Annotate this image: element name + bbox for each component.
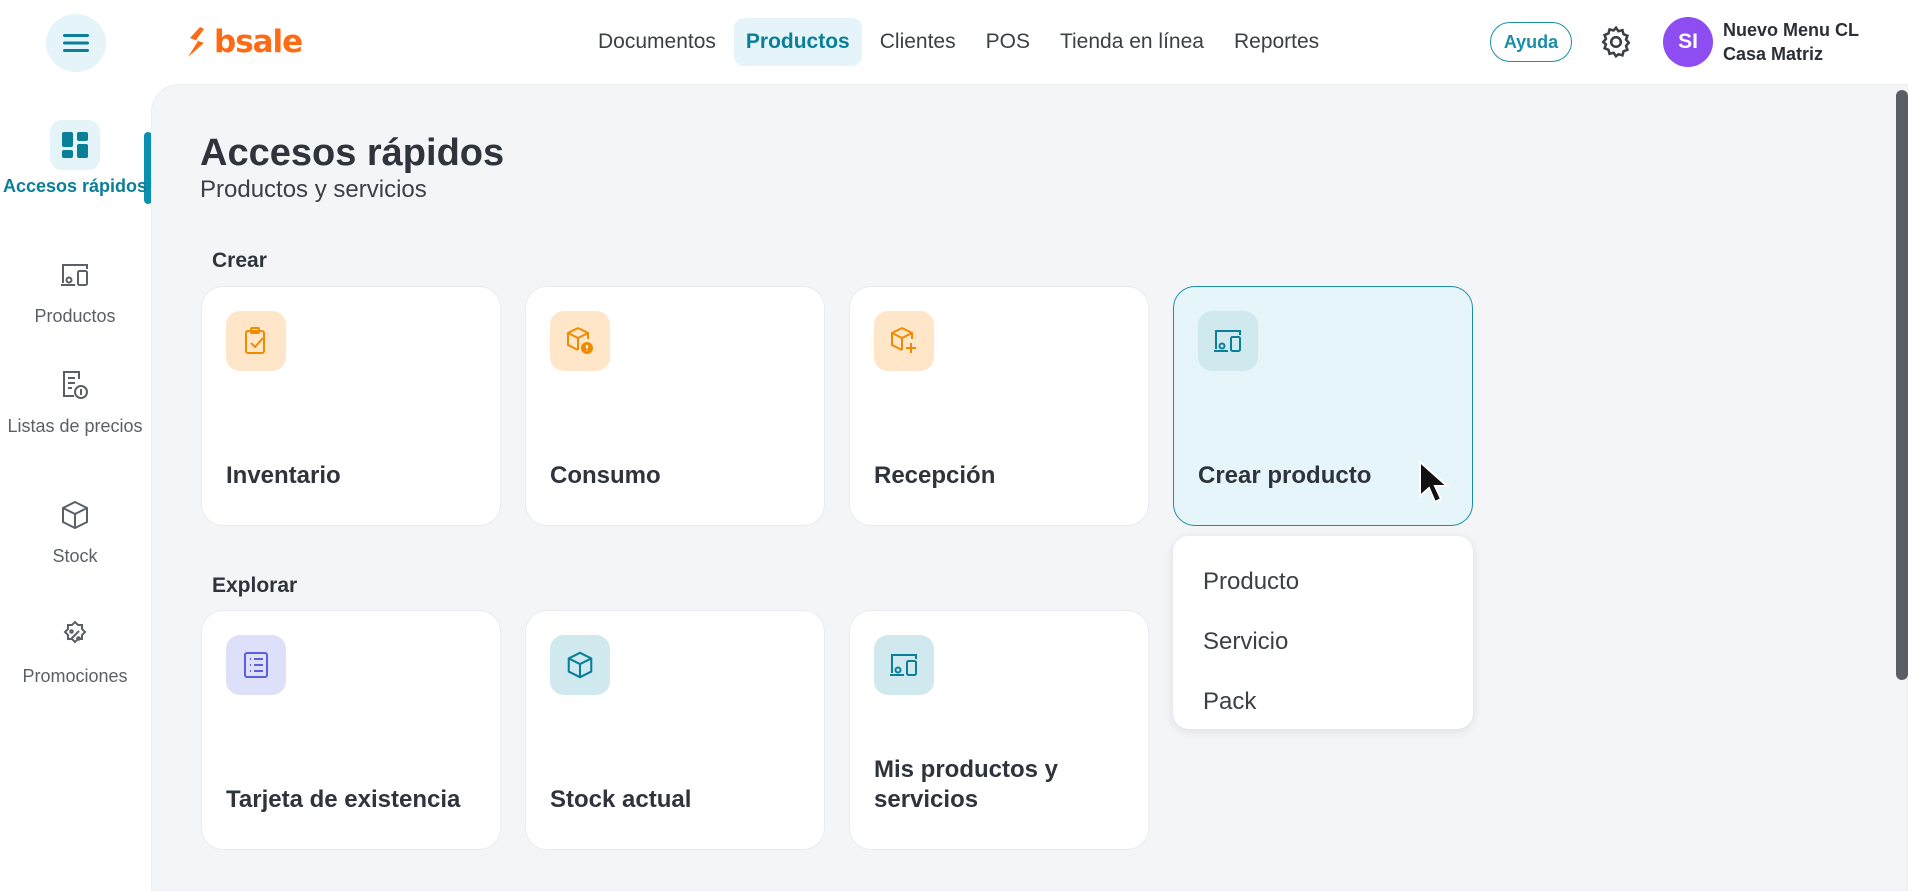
card-title: Inventario (226, 462, 341, 489)
menu-item-producto[interactable]: Producto (1173, 552, 1473, 612)
card-title: Stock actual (550, 786, 692, 813)
products-icon (890, 654, 917, 676)
nav-pos[interactable]: POS (974, 18, 1042, 66)
menu-item-servicio[interactable]: Servicio (1173, 612, 1473, 672)
card-consumo[interactable]: Consumo (525, 286, 825, 526)
sidebar: Accesos rápidos Productos Listas de prec… (0, 84, 152, 891)
card-tarjeta-de-existencia[interactable]: Tarjeta de existencia (201, 610, 501, 850)
card-title: Tarjeta de existencia (226, 786, 461, 813)
box-plus-icon (891, 327, 916, 353)
sidebar-item-stock[interactable]: Stock (0, 490, 150, 567)
card-title: Mis productos y servicios (874, 756, 1059, 813)
card-recepcion[interactable]: Recepción (849, 286, 1149, 526)
top-bar: bsale Documentos Productos Clientes POS … (0, 0, 1908, 84)
card-title: Recepción (874, 462, 996, 489)
nav-productos[interactable]: Productos (733, 18, 862, 66)
clipboard-check-icon (245, 327, 265, 354)
user-name: Nuevo Menu CL (1723, 20, 1860, 40)
sidebar-item-promociones[interactable]: Promociones (0, 610, 150, 687)
card-mis-productos-y-servicios[interactable]: Mis productos y servicios (849, 610, 1149, 850)
products-icon (1214, 330, 1241, 352)
user-branch: Casa Matriz (1723, 44, 1824, 64)
gear-icon[interactable] (1598, 24, 1634, 60)
avatar[interactable]: SI (1663, 17, 1713, 67)
sidebar-item-label: Listas de precios (7, 416, 143, 436)
help-button[interactable]: Ayuda (1490, 22, 1572, 62)
page-title: Accesos rápidos (200, 132, 505, 174)
products-icon (61, 264, 88, 286)
sidebar-item-label: Promociones (22, 666, 128, 686)
sidebar-item-label: Stock (52, 546, 98, 566)
card-title: Crear producto (1198, 462, 1372, 489)
box-icon (567, 651, 593, 679)
nav-reportes[interactable]: Reportes (1222, 18, 1331, 66)
dashboard-icon (62, 132, 88, 158)
menu-button[interactable] (46, 14, 106, 72)
box-alert-icon (567, 327, 593, 354)
menu-item-pack[interactable]: Pack (1173, 672, 1473, 732)
sidebar-item-accesos-rapidos[interactable]: Accesos rápidos (0, 120, 150, 197)
card-stock-actual[interactable]: Stock actual (525, 610, 825, 850)
price-list-icon (63, 371, 88, 399)
sidebar-item-productos[interactable]: Productos (0, 250, 150, 327)
bsale-mark-icon (188, 27, 204, 57)
create-product-menu: Producto Servicio Pack (1173, 536, 1473, 729)
sidebar-item-listas-de-precios[interactable]: Listas de precios (0, 360, 150, 437)
sidebar-item-label: Accesos rápidos (2, 176, 148, 196)
scrollbar[interactable] (1896, 90, 1908, 680)
bsale-logo[interactable]: bsale (184, 22, 303, 62)
page-subtitle: Productos y servicios (200, 176, 427, 203)
nav-clientes[interactable]: Clientes (868, 18, 968, 66)
nav-documentos[interactable]: Documentos (586, 18, 728, 66)
section-heading-explorar: Explorar (212, 574, 298, 597)
mouse-cursor-icon (1419, 460, 1450, 504)
card-inventario[interactable]: Inventario (201, 286, 501, 526)
nav-tienda-en-linea[interactable]: Tienda en línea (1048, 18, 1216, 66)
user-info[interactable]: Nuevo Menu CL Casa Matriz (1723, 18, 1859, 66)
sidebar-item-label: Productos (34, 306, 116, 326)
hamburger-icon (63, 34, 89, 52)
list-card-icon (244, 652, 268, 678)
logo-text: bsale (214, 24, 303, 60)
box-icon (62, 500, 88, 530)
card-title: Consumo (550, 462, 661, 489)
top-navigation: Documentos Productos Clientes POS Tienda… (586, 18, 1331, 66)
discount-icon (63, 620, 87, 644)
section-heading-crear: Crear (212, 249, 267, 272)
